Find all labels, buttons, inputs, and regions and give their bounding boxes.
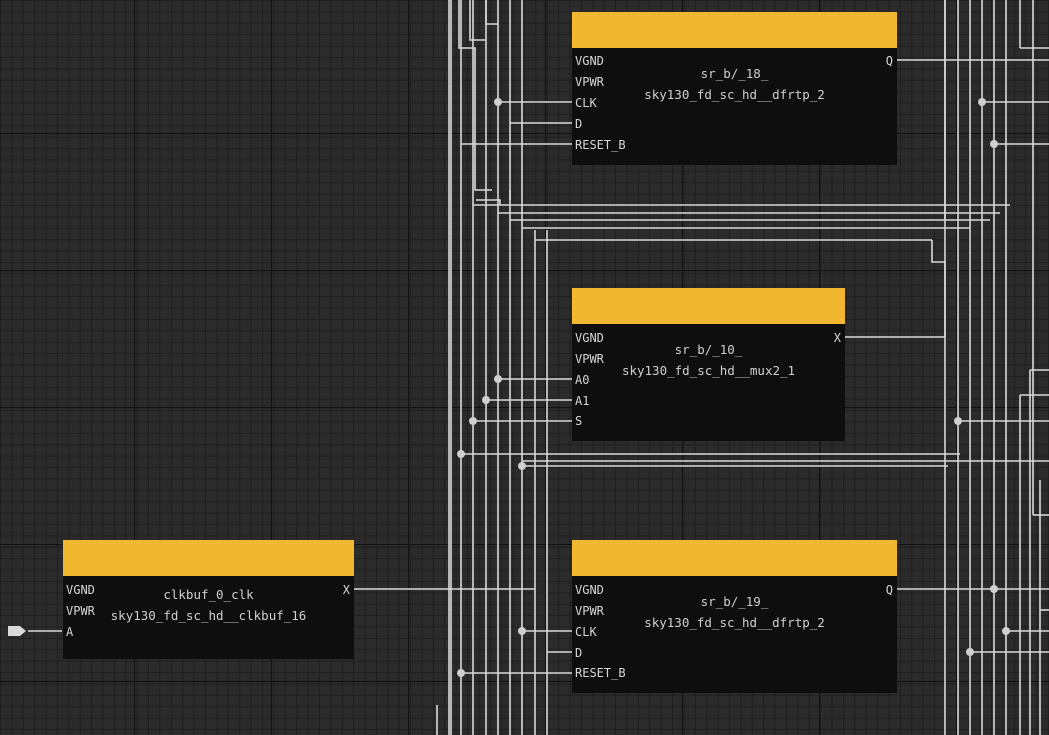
cell-clkbuf-0-clk[interactable]: VGND VPWR A X clkbuf_0_clk sky130_fd_sc_… — [63, 540, 354, 659]
cell-sr-b-18[interactable]: VGND VPWR CLK D RESET_B Q sr_b/_18_ sky1… — [572, 12, 897, 165]
cell-header — [572, 12, 897, 48]
cell-instance-name: clkbuf_0_clk — [163, 587, 254, 602]
cell-header — [572, 540, 897, 576]
cell-instance-name: sr_b/_19_ — [700, 594, 769, 609]
cell-instance-name: sr_b/_10_ — [674, 342, 743, 357]
pin-a[interactable]: A — [66, 625, 73, 639]
pin-d[interactable]: D — [575, 646, 582, 660]
pin-reset-b[interactable]: RESET_B — [575, 666, 626, 680]
cell-sr-b-10[interactable]: VGND VPWR A0 A1 S X sr_b/_10_ sky130_fd_… — [572, 288, 845, 441]
pin-vgnd[interactable]: VGND — [575, 54, 604, 68]
cell-type-name: sky130_fd_sc_hd__dfrtp_2 — [644, 615, 825, 630]
cell-sr-b-19[interactable]: VGND VPWR CLK D RESET_B Q sr_b/_19_ sky1… — [572, 540, 897, 693]
pin-q[interactable]: Q — [886, 54, 893, 68]
cell-header — [572, 288, 845, 324]
cell-type-name: sky130_fd_sc_hd__mux2_1 — [621, 363, 796, 378]
pin-reset-b[interactable]: RESET_B — [575, 138, 626, 152]
pin-s[interactable]: S — [575, 414, 582, 428]
schematic-canvas[interactable]: VGND VPWR CLK D RESET_B Q sr_b/_18_ sky1… — [0, 0, 1049, 735]
cell-instance-name: sr_b/_18_ — [700, 66, 769, 81]
input-port-arrow-icon[interactable] — [8, 626, 26, 636]
cell-type-name: sky130_fd_sc_hd__dfrtp_2 — [644, 87, 825, 102]
cell-header — [63, 540, 354, 576]
pin-a1[interactable]: A1 — [575, 394, 589, 408]
cell-type-name: sky130_fd_sc_hd__clkbuf_16 — [110, 608, 307, 623]
pin-d[interactable]: D — [575, 117, 582, 131]
